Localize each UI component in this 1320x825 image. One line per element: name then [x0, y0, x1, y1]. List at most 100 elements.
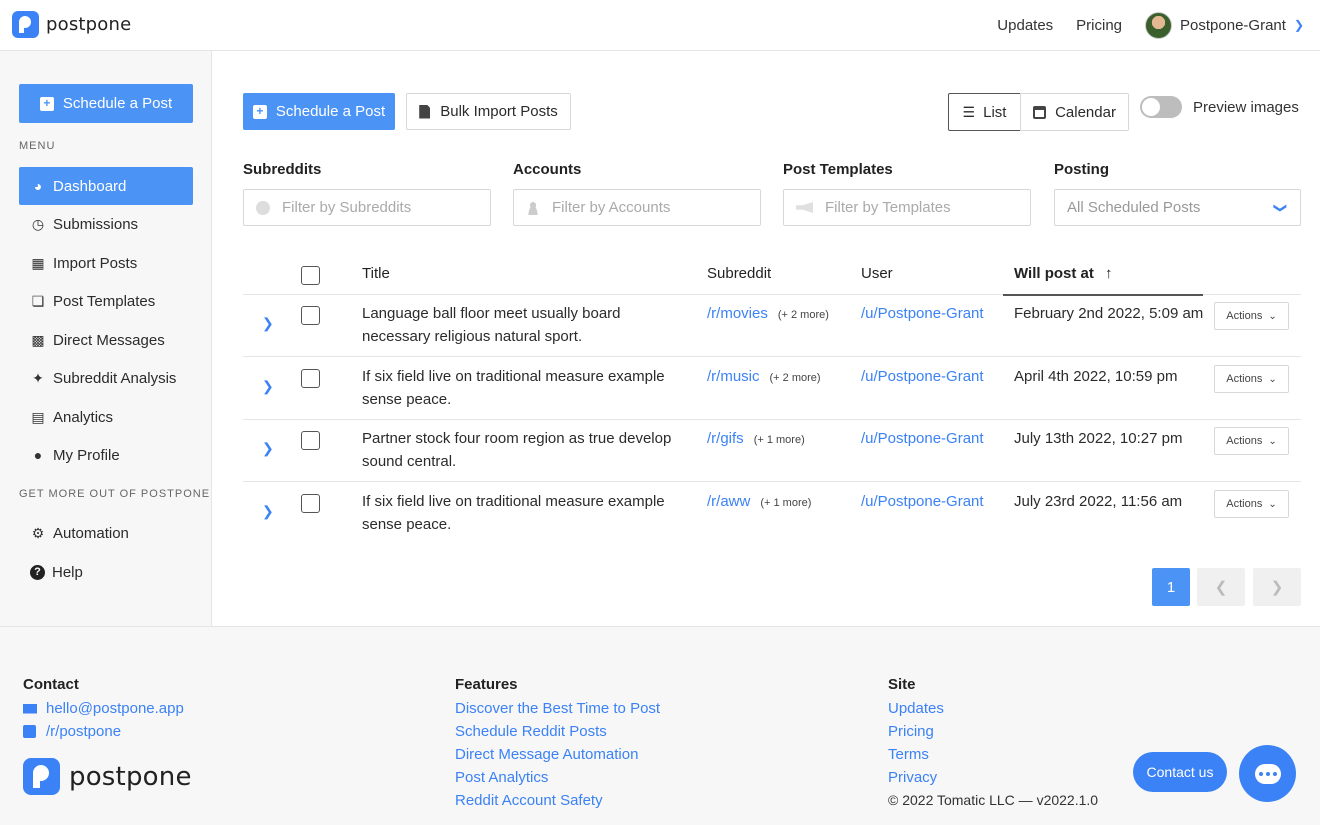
previous-page-button[interactable]: ❮: [1197, 568, 1245, 606]
footer-copyright: © 2022 Tomatic LLC — v2022.1.0: [888, 792, 1099, 808]
footer-link-dm-automation[interactable]: Direct Message Automation: [455, 743, 660, 766]
view-list-button[interactable]: ☰ List: [948, 93, 1021, 131]
row-subreddit-more[interactable]: (+ 1 more): [760, 497, 811, 509]
actions-label: Actions: [1226, 435, 1263, 447]
row-subreddit-link[interactable]: /r/music: [707, 368, 760, 385]
user-avatar[interactable]: [1145, 11, 1173, 39]
footer-features-heading: Features: [455, 676, 518, 693]
nav-updates-link[interactable]: Updates: [997, 17, 1053, 34]
row-actions-button[interactable]: Actions ⌄: [1214, 490, 1289, 518]
row-checkbox[interactable]: [301, 431, 320, 450]
view-calendar-button[interactable]: Calendar: [1020, 93, 1129, 131]
footer-link-terms[interactable]: Terms: [888, 743, 1098, 766]
next-page-button[interactable]: ❯: [1253, 568, 1301, 606]
reddit-icon: [256, 200, 270, 215]
sidebar-item-help[interactable]: ? Help: [19, 553, 193, 591]
footer-link-updates[interactable]: Updates: [888, 697, 1098, 720]
sidebar-item-analytics[interactable]: ▤ Analytics: [19, 398, 193, 436]
bulk-import-button[interactable]: Bulk Import Posts: [406, 93, 571, 130]
footer-link-post-analytics[interactable]: Post Analytics: [455, 766, 660, 789]
nav-pricing-link[interactable]: Pricing: [1076, 17, 1122, 34]
row-user-link[interactable]: /u/Postpone-Grant: [861, 430, 984, 447]
gear-icon: ⚙: [31, 524, 45, 541]
footer-link-account-safety[interactable]: Reddit Account Safety: [455, 789, 660, 812]
calendar-plus-icon: [252, 104, 267, 119]
expand-row-chevron-icon[interactable]: ❯: [262, 503, 274, 520]
row-actions-button[interactable]: Actions ⌄: [1214, 365, 1289, 393]
footer-subreddit-link[interactable]: /r/postpone: [23, 720, 184, 743]
chevron-down-icon[interactable]: ❯: [1294, 18, 1304, 32]
sidebar-item-my-profile[interactable]: ● My Profile: [19, 436, 193, 474]
row-subreddit-more[interactable]: (+ 2 more): [770, 372, 821, 384]
row-subreddit-link[interactable]: /r/aww: [707, 493, 750, 510]
row-checkbox[interactable]: [301, 306, 320, 325]
row-date: July 23rd 2022, 11:56 am: [1014, 493, 1183, 510]
footer-link-best-time[interactable]: Discover the Best Time to Post: [455, 697, 660, 720]
view-calendar-label: Calendar: [1055, 103, 1116, 121]
subreddits-filter-input[interactable]: Filter by Subreddits: [243, 189, 491, 226]
row-subreddit: /r/movies (+ 2 more): [707, 305, 829, 322]
calendar-plus-icon: [39, 96, 54, 111]
row-title: Language ball floor meet usually board n…: [362, 305, 621, 345]
preview-images-label: Preview images: [1193, 99, 1299, 116]
templates-filter-input[interactable]: Filter by Templates: [783, 189, 1031, 226]
row-subreddit-link[interactable]: /r/movies: [707, 305, 768, 322]
footer-link-pricing[interactable]: Pricing: [888, 720, 1098, 743]
sidebar-item-post-templates[interactable]: ❏ Post Templates: [19, 282, 193, 320]
footer-email-text: hello@postpone.app: [46, 700, 184, 717]
footer-link-schedule-posts[interactable]: Schedule Reddit Posts: [455, 720, 660, 743]
expand-row-chevron-icon[interactable]: ❯: [262, 440, 274, 457]
row-checkbox[interactable]: [301, 369, 320, 388]
reddit-icon: [23, 725, 36, 738]
row-subreddit-more[interactable]: (+ 1 more): [754, 434, 805, 446]
posting-select-value: All Scheduled Posts: [1067, 199, 1201, 216]
footer-link-privacy[interactable]: Privacy: [888, 766, 1098, 789]
sidebar-item-import-posts[interactable]: ▦ Import Posts: [19, 244, 193, 282]
chat-bubble-icon: [1254, 763, 1281, 784]
footer-logo[interactable]: postpone: [23, 758, 192, 795]
schedule-post-button[interactable]: Schedule a Post: [243, 93, 395, 130]
sidebar-item-dashboard[interactable]: ◕ Dashboard: [19, 167, 193, 205]
main-content: Schedule a Post Bulk Import Posts ☰ List…: [213, 51, 1320, 626]
sidebar-item-subreddit-analysis[interactable]: ✦ Subreddit Analysis: [19, 359, 193, 397]
sidebar-item-label: Automation: [53, 524, 129, 542]
contact-us-button[interactable]: Contact us: [1133, 752, 1227, 792]
sidebar-item-direct-messages[interactable]: ▩ Direct Messages: [19, 321, 193, 359]
row-actions-button[interactable]: Actions ⌄: [1214, 302, 1289, 330]
footer-email-link[interactable]: hello@postpone.app: [23, 697, 184, 720]
row-subreddit-link[interactable]: /r/gifs: [707, 430, 744, 447]
column-header-will-post-at[interactable]: Will post at ↑: [1014, 265, 1113, 282]
schedule-post-label: Schedule a Post: [275, 103, 386, 120]
row-checkbox[interactable]: [301, 494, 320, 513]
subreddits-filter-placeholder: Filter by Subreddits: [282, 199, 412, 216]
select-all-checkbox[interactable]: [301, 266, 320, 285]
row-user-link[interactable]: /u/Postpone-Grant: [861, 493, 984, 510]
column-header-subreddit[interactable]: Subreddit: [707, 265, 771, 282]
postpone-logo-icon: [12, 11, 39, 38]
footer-brand-name: postpone: [69, 761, 192, 792]
page-1-button[interactable]: 1: [1152, 568, 1190, 606]
row-subreddit-more[interactable]: (+ 2 more): [778, 309, 829, 321]
row-user-link[interactable]: /u/Postpone-Grant: [861, 305, 984, 322]
posting-select[interactable]: All Scheduled Posts ❯: [1054, 189, 1301, 226]
sidebar-item-automation[interactable]: ⚙ Automation: [19, 514, 193, 552]
row-actions-button[interactable]: Actions ⌄: [1214, 427, 1289, 455]
top-bar: postpone Updates Pricing Postpone-Grant …: [0, 0, 1320, 51]
column-header-title[interactable]: Title: [362, 265, 390, 282]
expand-row-chevron-icon[interactable]: ❯: [262, 378, 274, 395]
sidebar-schedule-post-button[interactable]: Schedule a Post: [19, 84, 193, 123]
chat-launcher-button[interactable]: [1239, 745, 1296, 802]
expand-row-chevron-icon[interactable]: ❯: [262, 315, 274, 332]
sidebar-item-submissions[interactable]: ◷ Submissions: [19, 205, 193, 243]
user-menu-name[interactable]: Postpone-Grant: [1180, 17, 1286, 34]
row-subreddit: /r/aww (+ 1 more): [707, 493, 811, 510]
sidebar-schedule-label: Schedule a Post: [62, 95, 173, 112]
brand-logo[interactable]: postpone: [12, 11, 131, 38]
column-header-user[interactable]: User: [861, 265, 893, 282]
templates-filter-placeholder: Filter by Templates: [825, 199, 951, 216]
sidebar-item-label: My Profile: [53, 446, 120, 464]
row-user-link[interactable]: /u/Postpone-Grant: [861, 368, 984, 385]
chat-icon: ▩: [31, 331, 45, 348]
preview-images-toggle[interactable]: [1140, 96, 1182, 118]
accounts-filter-input[interactable]: Filter by Accounts: [513, 189, 761, 226]
